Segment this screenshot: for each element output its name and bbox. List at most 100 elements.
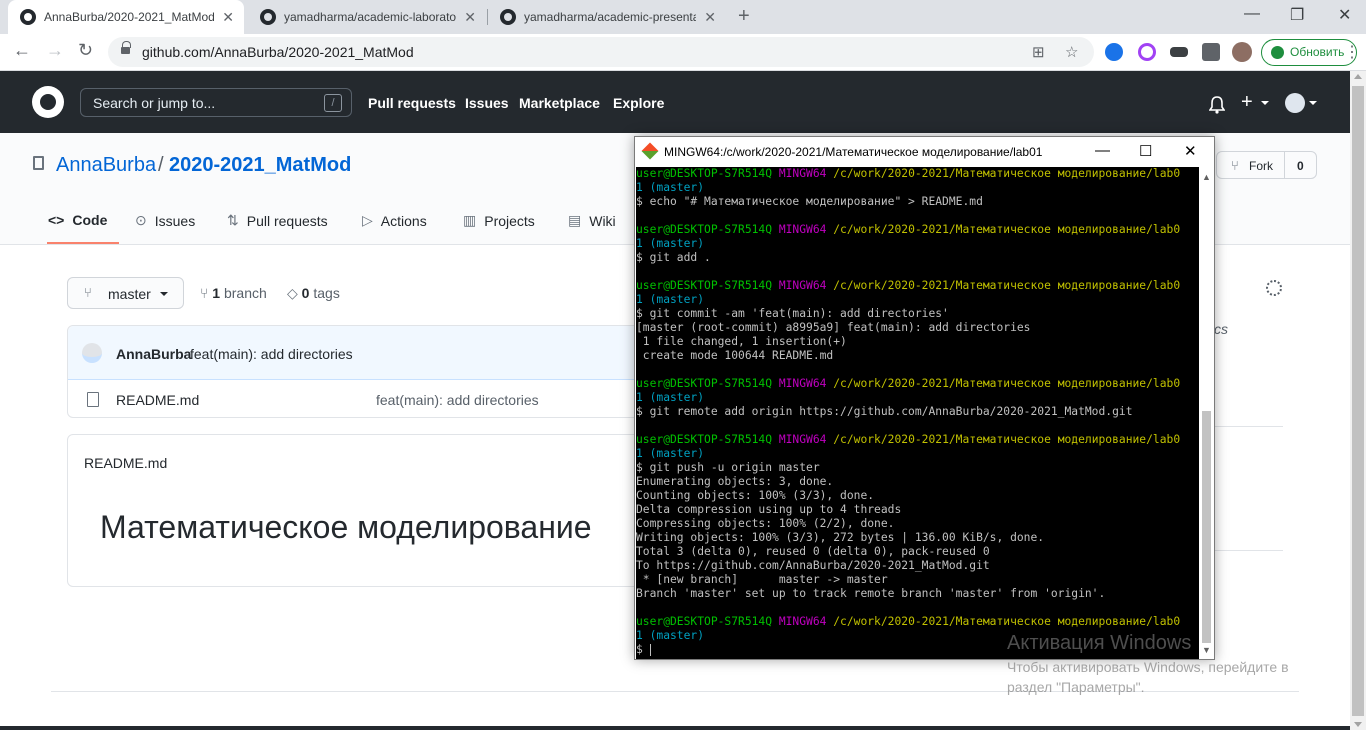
repo-owner-link[interactable]: AnnaBurba [56,154,156,177]
bookmark-star-icon[interactable]: ☆ [1065,43,1078,61]
nav-issues[interactable]: Issues [465,95,509,111]
terminal-window[interactable]: MINGW64:/c/work/2020-2021/Математическое… [634,136,1215,660]
browser-tab[interactable]: yamadharma/academic-laborato ✕ [248,0,486,34]
forward-arrow-icon[interactable]: → [46,40,64,61]
sidebar-divider [1213,550,1283,551]
tab-pull-requests[interactable]: ⇅ Pull requests [227,212,328,229]
terminal-text: Compressing objects: 100% (2/2), done. [636,517,895,530]
avatar[interactable] [82,343,102,363]
update-button[interactable]: Обновить [1261,39,1357,66]
file-commit-message[interactable]: feat(main): add directories [376,392,539,408]
fork-icon: ⑂ [1231,158,1239,173]
github-logo-icon[interactable] [32,86,64,118]
terminal-text: [master (root-commit) a8995a9] feat(main… [636,321,1031,334]
create-new-icon[interactable]: + [1241,91,1253,114]
terminal-line: Branch 'master' set up to track remote b… [636,587,1199,601]
file-name-link[interactable]: README.md [116,392,199,408]
translate-icon[interactable]: ⊞ [1032,43,1045,61]
terminal-line: user@DESKTOP-S7R514Q MINGW64 /c/work/202… [636,279,1199,293]
address-bar[interactable]: github.com/AnnaBurba/2020-2021_MatMod ⊞ … [108,37,1094,67]
tab-code[interactable]: <> Code [48,212,107,228]
scrollbar-thumb[interactable] [1202,411,1211,643]
terminal-text: Counting objects: 100% (3/3), done. [636,489,875,502]
page-scrollbar[interactable] [1350,71,1366,730]
terminal-text: user@DESKTOP-S7R514Q [636,167,779,180]
browser-tab[interactable]: yamadharma/academic-presenta ✕ [488,0,726,34]
tab-actions[interactable]: ▷ Actions [362,212,427,229]
new-tab-icon[interactable]: + [738,5,750,28]
minimize-icon[interactable]: — [1095,142,1110,159]
notifications-bell-icon[interactable] [1209,96,1225,114]
code-icon: <> [48,212,65,228]
nav-pull-requests[interactable]: Pull requests [368,95,456,111]
search-input[interactable]: Search or jump to... / [80,88,352,117]
book-icon: ▤ [568,212,582,228]
extension-icon[interactable] [1138,43,1156,61]
gear-icon[interactable] [1266,280,1282,296]
fork-button[interactable]: ⑂ Fork 0 [1216,151,1317,179]
chevron-down-icon [160,292,168,296]
commit-message[interactable]: feat(main): add directories [190,346,353,362]
browser-tab-active[interactable]: AnnaBurba/2020-2021_MatMod ✕ [8,0,244,34]
footer-bar [0,726,1350,730]
close-window-icon[interactable]: ✕ [1338,5,1351,25]
url-text: github.com/AnnaBurba/2020-2021_MatMod [142,44,414,60]
scroll-down-icon[interactable]: ▼ [1202,645,1211,655]
browser-tab-label: yamadharma/academic-presenta [524,10,696,24]
terminal-text: Writing objects: 100% (3/3), 272 bytes |… [636,531,1045,544]
reload-icon[interactable]: ↻ [78,40,93,61]
tab-issues[interactable]: ⊙ Issues [135,212,195,229]
incognito-extension-icon[interactable] [1170,47,1188,57]
terminal-line: 1 (master) [636,181,1199,195]
terminal-text: MINGW64 [778,377,834,390]
terminal-title-bar[interactable]: MINGW64:/c/work/2020-2021/Математическое… [635,137,1214,167]
repo-name-link[interactable]: 2020-2021_MatMod [169,154,351,177]
terminal-line: [master (root-commit) a8995a9] feat(main… [636,321,1199,335]
download-extension-icon[interactable] [1105,43,1123,61]
terminal-line: user@DESKTOP-S7R514Q MINGW64 /c/work/202… [636,377,1199,391]
browser-menu-icon[interactable]: ⋮ [1344,42,1360,62]
readme-title[interactable]: README.md [84,455,167,471]
profile-avatar[interactable] [1232,42,1252,62]
branch-select-button[interactable]: ⑂ master [67,277,184,309]
maximize-icon[interactable]: ☐ [1139,142,1152,160]
close-tab-icon[interactable]: ✕ [464,9,476,26]
scroll-up-icon[interactable]: ▲ [1202,172,1211,182]
branch-count-label: branch [223,285,267,301]
minimize-window-icon[interactable]: — [1244,5,1260,23]
branches-link[interactable]: ⑂ 1 branch [200,285,267,301]
terminal-text: MINGW64 [778,279,834,292]
terminal-line: Writing objects: 100% (3/3), 272 bytes |… [636,531,1199,545]
tab-projects[interactable]: ▥ Projects [463,212,535,229]
nav-explore[interactable]: Explore [613,95,664,111]
scroll-down-icon[interactable] [1354,722,1362,727]
scrollbar-thumb[interactable] [1352,86,1364,716]
back-arrow-icon[interactable]: ← [13,40,31,61]
file-icon [87,392,99,407]
terminal-line: user@DESKTOP-S7R514Q MINGW64 /c/work/202… [636,167,1199,181]
github-favicon-icon [500,9,516,25]
fork-count[interactable]: 0 [1297,159,1304,173]
close-tab-icon[interactable]: ✕ [704,9,716,26]
user-avatar[interactable] [1285,93,1305,113]
tab-wiki[interactable]: ▤ Wiki [568,212,616,229]
puzzle-extensions-icon[interactable] [1202,43,1220,61]
branch-count: 1 [212,285,221,301]
terminal-text: $ git push -u origin master [636,461,820,474]
nav-marketplace[interactable]: Marketplace [519,95,600,111]
git-bash-icon [641,142,659,160]
close-tab-icon[interactable]: ✕ [222,9,234,26]
terminal-text: /c/work/2020-2021/Математическое моделир… [833,433,1181,446]
scroll-up-icon[interactable] [1354,74,1362,79]
terminal-text: create mode 100644 README.md [636,349,834,362]
commit-author[interactable]: AnnaBurba [116,346,191,362]
restore-window-icon[interactable]: ❐ [1290,5,1304,25]
terminal-text: MINGW64 [778,615,834,628]
terminal-text: 1 (master) [636,391,705,404]
terminal-scrollbar[interactable]: ▲ ▼ [1199,167,1214,659]
terminal-text: /c/work/2020-2021/Математическое моделир… [833,223,1181,236]
close-icon[interactable]: ✕ [1184,142,1197,160]
terminal-output[interactable]: user@DESKTOP-S7R514Q MINGW64 /c/work/202… [636,167,1199,659]
tags-link[interactable]: ◇ 0 tags [287,285,340,302]
